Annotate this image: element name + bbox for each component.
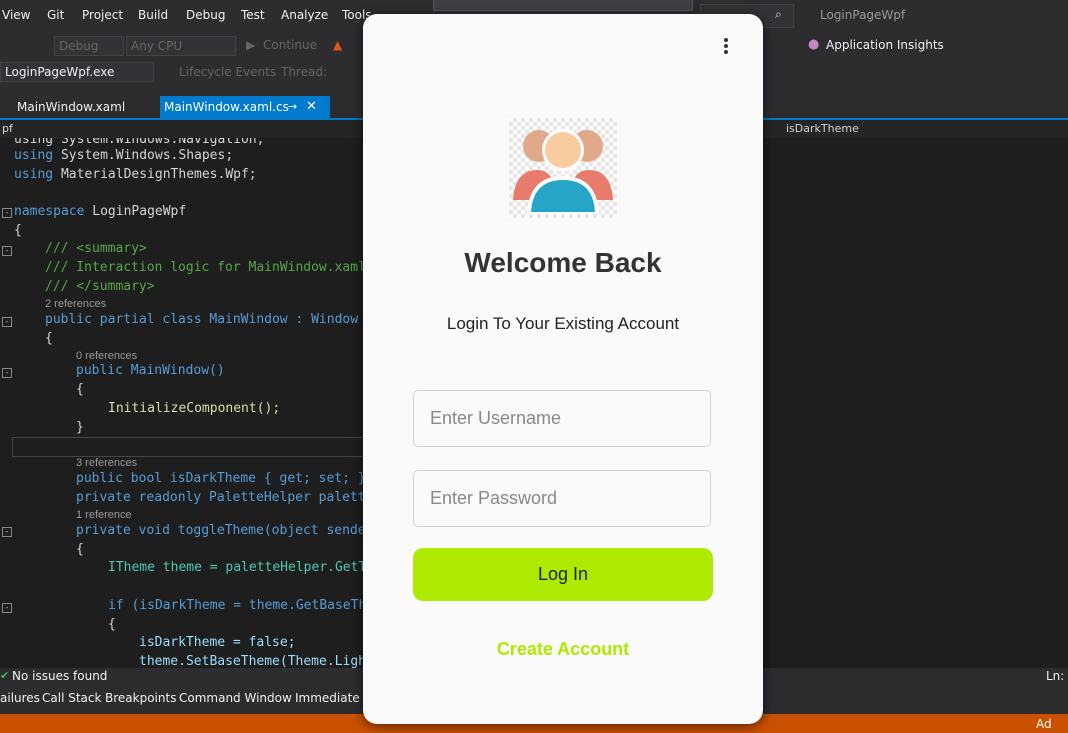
- more-options-icon[interactable]: [722, 38, 730, 58]
- application-insights-button[interactable]: Application Insights: [826, 38, 944, 52]
- status-bar-right-label[interactable]: Ad: [1036, 717, 1052, 731]
- menu-test[interactable]: Test: [241, 8, 265, 22]
- code-line: public bool isDarkTheme { get; set; }: [76, 471, 366, 486]
- code-line: using MaterialDesignThemes.Wpf;: [14, 167, 257, 182]
- issues-status[interactable]: No issues found: [12, 669, 107, 683]
- code-line: {: [76, 382, 84, 397]
- code-line: {: [45, 331, 53, 346]
- fold-icon[interactable]: -: [2, 246, 12, 256]
- menu-analyze[interactable]: Analyze: [281, 8, 328, 22]
- lifecycle-events-button[interactable]: Lifecycle Events: [179, 65, 276, 79]
- login-button[interactable]: Log In: [413, 548, 713, 601]
- code-line: /// Interaction logic for MainWindow.xam…: [45, 260, 366, 275]
- panel-tab-call-stack[interactable]: Call Stack: [42, 691, 101, 705]
- code-line: private void toggleTheme(object sende: [76, 523, 366, 538]
- menu-debug[interactable]: Debug: [186, 8, 225, 22]
- panel-tab-command-window[interactable]: Command Window: [179, 691, 292, 705]
- codelens-references[interactable]: 1 reference: [76, 509, 132, 521]
- code-line: InitializeComponent();: [108, 401, 281, 416]
- config-dropdown[interactable]: Debug: [54, 36, 124, 56]
- search-icon: ⌕: [775, 7, 782, 21]
- thread-label: Thread:: [281, 65, 328, 79]
- line-number-status: Ln:: [1046, 669, 1065, 683]
- tab-mainwindow-xaml[interactable]: MainWindow.xaml: [13, 96, 129, 118]
- flame-icon: ▲: [333, 38, 343, 52]
- lightbulb-icon: ●: [808, 37, 820, 52]
- codelens-references[interactable]: 2 references: [45, 298, 106, 310]
- code-line: theme.SetBaseTheme(Theme.Ligh: [139, 654, 366, 668]
- codelens-references[interactable]: 3 references: [76, 457, 137, 469]
- fold-icon[interactable]: -: [2, 368, 12, 378]
- close-icon[interactable]: ✕: [306, 96, 317, 118]
- project-nav-dropdown[interactable]: pf: [2, 122, 13, 135]
- fold-icon[interactable]: -: [2, 603, 12, 613]
- continue-button[interactable]: Continue: [263, 38, 317, 52]
- code-line: {: [108, 617, 116, 632]
- menu-view[interactable]: View: [2, 8, 30, 22]
- code-line: public MainWindow(): [76, 363, 225, 378]
- check-icon: ✔: [0, 669, 10, 682]
- current-line-highlight: [12, 437, 373, 457]
- code-line: private readonly PaletteHelper palett: [76, 490, 366, 505]
- fold-icon[interactable]: -: [2, 208, 12, 218]
- users-group-icon: [509, 118, 617, 218]
- panel-tab-failures[interactable]: ailures: [0, 691, 40, 705]
- panel-tab-breakpoints[interactable]: Breakpoints: [105, 691, 176, 705]
- menu-project[interactable]: Project: [82, 8, 123, 22]
- login-subtitle: Login To Your Existing Account: [446, 314, 680, 333]
- platform-dropdown[interactable]: Any CPU: [126, 36, 236, 56]
- codelens-references[interactable]: 0 references: [76, 350, 137, 362]
- code-line: using System.Windows.Navigation;: [14, 138, 265, 147]
- fold-icon[interactable]: -: [2, 317, 12, 327]
- code-line: isDarkTheme = false;: [139, 635, 296, 650]
- password-input[interactable]: [413, 470, 711, 527]
- welcome-title: Welcome Back: [464, 247, 662, 278]
- play-icon: ▶: [246, 38, 256, 52]
- tab-mainwindow-xaml-cs[interactable]: MainWindow.xaml.cs → ✕: [160, 96, 330, 118]
- code-line: using System.Windows.Shapes;: [14, 148, 234, 163]
- code-line: {: [14, 223, 22, 238]
- member-nav-dropdown[interactable]: isDarkTheme: [786, 122, 859, 135]
- create-account-link[interactable]: Create Account: [363, 639, 763, 660]
- code-line: {: [76, 542, 84, 557]
- code-line: namespace LoginPageWpf: [14, 204, 187, 219]
- code-line: /// </summary>: [45, 279, 155, 294]
- tab-label: MainWindow.xaml.cs: [164, 100, 289, 114]
- fold-icon[interactable]: -: [2, 527, 12, 537]
- code-line: if (isDarkTheme = theme.GetBaseTh: [108, 598, 367, 613]
- code-line: /// <summary>: [45, 241, 147, 256]
- process-dropdown[interactable]: LoginPageWpf.exe: [0, 62, 154, 82]
- code-line: ITheme theme = paletteHelper.GetT: [108, 560, 367, 575]
- pin-icon[interactable]: →: [288, 96, 297, 118]
- hot-reload-toolbar[interactable]: [433, 0, 693, 11]
- menu-build[interactable]: Build: [138, 8, 168, 22]
- project-name: LoginPageWpf: [820, 8, 906, 22]
- code-line: }: [76, 420, 84, 435]
- username-input[interactable]: [413, 390, 711, 447]
- code-line: public partial class MainWindow : Window: [45, 312, 359, 327]
- menu-git[interactable]: Git: [47, 8, 64, 22]
